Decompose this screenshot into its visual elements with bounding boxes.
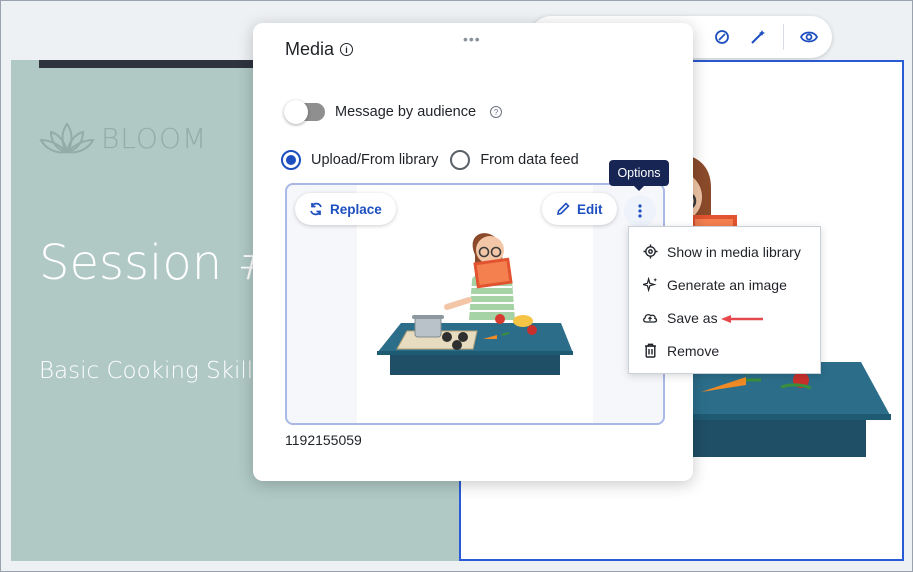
menu-item-show-in-media-library[interactable]: Show in media library — [629, 235, 820, 268]
trash-icon — [642, 343, 658, 359]
drag-handle-icon[interactable]: ••• — [463, 31, 481, 47]
effects-icon[interactable] — [707, 22, 737, 52]
message-by-audience-toggle[interactable] — [284, 100, 325, 124]
magic-wand-icon[interactable] — [743, 22, 773, 52]
menu-item-label: Show in media library — [667, 243, 801, 260]
pencil-icon — [557, 202, 570, 215]
refresh-icon — [310, 202, 322, 216]
preview-eye-icon[interactable] — [794, 22, 824, 52]
image-preview-box[interactable]: Replace Edit — [285, 183, 665, 425]
media-panel: ••• Media i Message by audience ? Upload… — [253, 23, 693, 481]
cloud-upload-icon — [642, 310, 658, 326]
message-by-audience-label: Message by audience — [335, 104, 477, 120]
more-vertical-icon — [638, 204, 642, 218]
menu-item-label: Remove — [667, 342, 720, 359]
panel-title: Media i — [285, 39, 354, 60]
options-menu: Show in media library Generate an image … — [628, 226, 821, 374]
source-radio-group: Upload/From library From data feed — [281, 150, 591, 170]
menu-item-remove[interactable]: Remove — [629, 334, 820, 367]
info-icon[interactable]: i — [340, 43, 354, 56]
toggle-knob — [284, 100, 308, 124]
edit-button[interactable]: Edit — [542, 193, 617, 225]
options-kebab-button[interactable] — [624, 195, 656, 227]
radio-label: From data feed — [480, 152, 579, 168]
sparkle-icon — [642, 277, 658, 293]
logo-text: BLOOM — [101, 121, 208, 155]
slide-top-bar — [39, 60, 269, 68]
radio-button-checked[interactable] — [281, 150, 301, 170]
lotus-icon — [39, 122, 95, 154]
help-icon[interactable]: ? — [490, 106, 503, 118]
menu-item-label: Generate an image — [667, 276, 787, 293]
toolbar-divider — [783, 24, 784, 50]
radio-upload-from-library[interactable]: Upload/From library — [281, 150, 438, 170]
session-subtitle[interactable]: Basic Cooking Skills — [39, 358, 265, 384]
replace-label: Replace — [330, 201, 382, 217]
bloom-logo: BLOOM — [39, 120, 207, 156]
radio-button-unchecked[interactable] — [450, 150, 471, 170]
annotation-arrow-icon — [721, 315, 763, 323]
edit-label: Edit — [577, 201, 603, 217]
menu-item-save-as[interactable]: Save as — [629, 301, 820, 334]
radio-from-data-feed[interactable]: From data feed — [450, 150, 579, 170]
panel-title-text: Media — [285, 39, 335, 59]
file-name: 1192155059 — [285, 432, 362, 448]
target-icon — [642, 244, 658, 260]
menu-item-label: Save as — [667, 309, 718, 326]
options-tooltip: Options — [609, 160, 669, 191]
message-by-audience-row: Message by audience ? — [284, 100, 503, 124]
session-title[interactable]: Session # — [39, 235, 278, 291]
replace-button[interactable]: Replace — [295, 193, 396, 225]
menu-item-generate-an-image[interactable]: Generate an image — [629, 268, 820, 301]
radio-label: Upload/From library — [311, 152, 439, 168]
